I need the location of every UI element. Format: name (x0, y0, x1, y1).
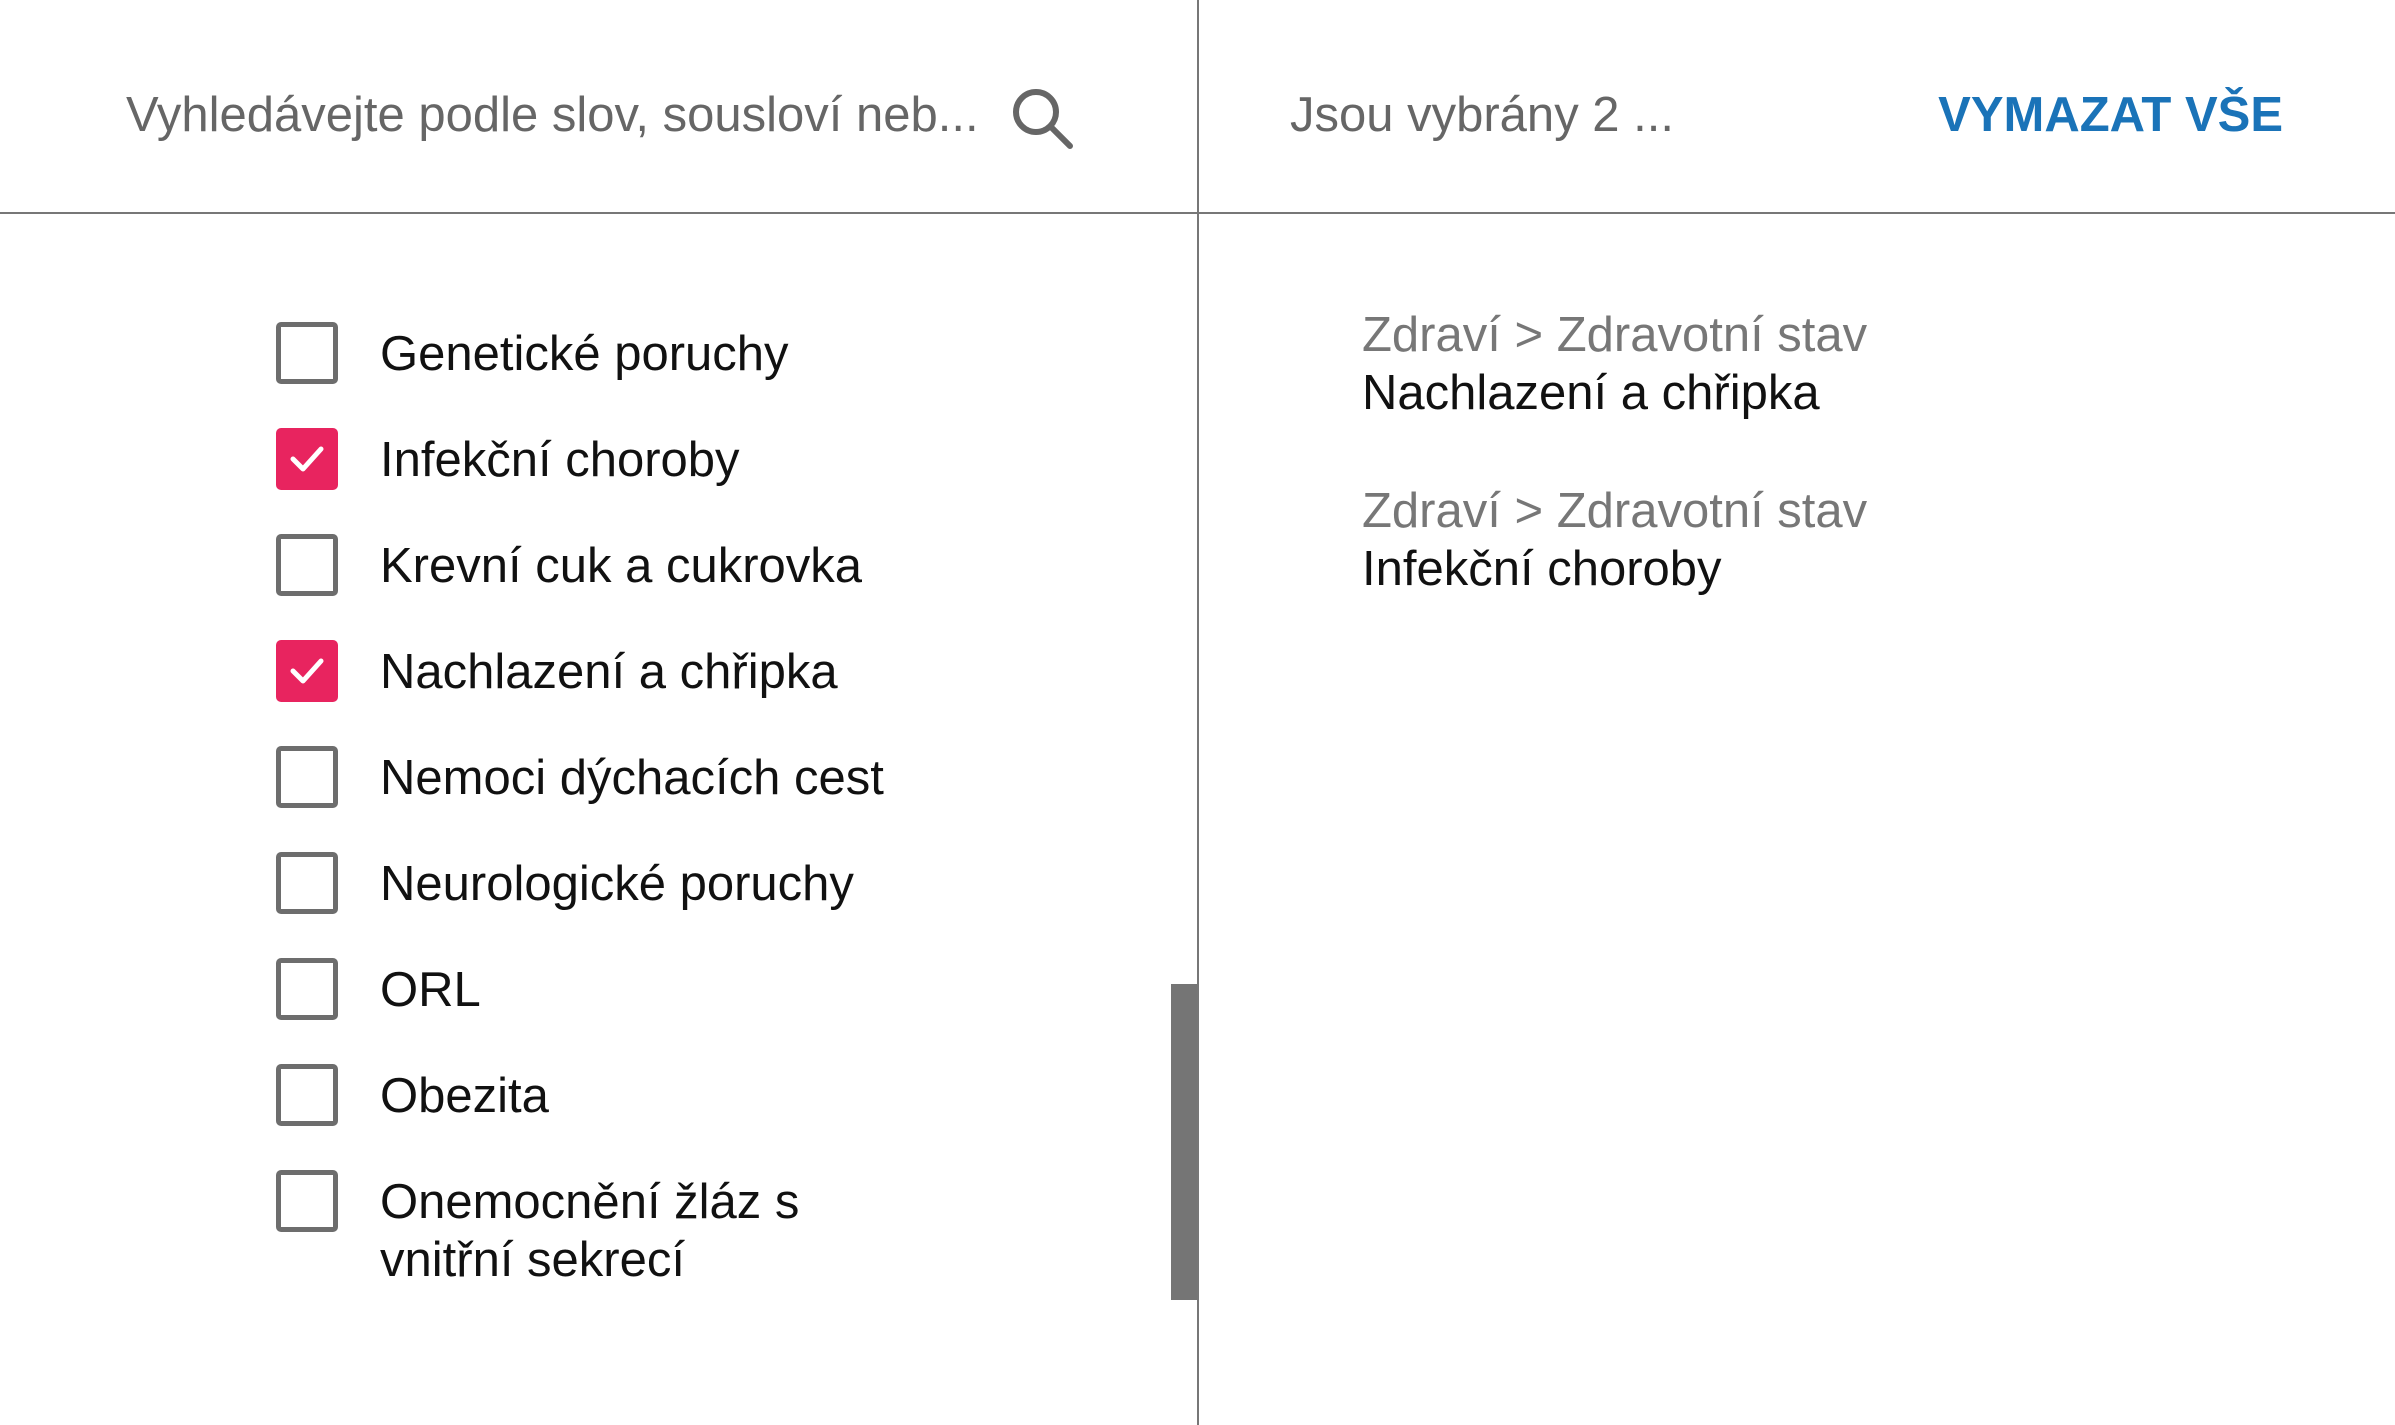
option-label: Neurologické poruchy (380, 857, 854, 911)
checkmark-icon (290, 658, 324, 684)
search-input[interactable]: Vyhledávejte podle slov, sousloví neb... (126, 80, 1006, 150)
option-label: ORL (380, 963, 481, 1017)
category-picker: Vyhledávejte podle slov, sousloví neb...… (0, 0, 2395, 1425)
option-label: Nachlazení a chřipka (380, 645, 838, 699)
selected-list: Zdraví > Zdravotní stav Nachlazení a chř… (1362, 306, 2262, 658)
checkbox[interactable] (276, 852, 338, 914)
option-item[interactable]: Neurologické poruchy (276, 852, 1176, 958)
selected-item[interactable]: Zdraví > Zdravotní stav Infekční choroby (1362, 482, 2262, 598)
selected-count-text: Jsou vybrány 2 ... (1290, 88, 1675, 142)
checkmark-icon (290, 446, 324, 472)
checkbox[interactable] (276, 640, 338, 702)
selected-item-label: Infekční choroby (1362, 542, 1722, 596)
option-list: Genetické poruchy Infekční choroby Krevn… (276, 322, 1176, 1289)
checkbox[interactable] (276, 534, 338, 596)
selected-item-path: Zdraví > Zdravotní stav (1362, 484, 1868, 538)
clear-all-button[interactable]: VYMAZAT VŠE (1938, 80, 2283, 150)
panel-divider (1197, 0, 1199, 1425)
option-label: Nemoci dýchacích cest (380, 751, 884, 805)
option-item[interactable]: Onemocnění žláz s vnitřní sekrecí (276, 1170, 1176, 1289)
option-item[interactable]: Obezita (276, 1064, 1176, 1170)
option-item[interactable]: Krevní cuk a cukrovka (276, 534, 1176, 640)
option-item[interactable]: Nemoci dýchacích cest (276, 746, 1176, 852)
option-label: Genetické poruchy (380, 327, 789, 381)
option-item[interactable]: Genetické poruchy (276, 322, 1176, 428)
search-icon[interactable] (1006, 82, 1078, 154)
selected-item-label: Nachlazení a chřipka (1362, 366, 1820, 420)
selected-item[interactable]: Zdraví > Zdravotní stav Nachlazení a chř… (1362, 306, 2262, 422)
option-item[interactable]: Nachlazení a chřipka (276, 640, 1176, 746)
selected-item-path: Zdraví > Zdravotní stav (1362, 308, 1868, 362)
checkbox[interactable] (276, 958, 338, 1020)
option-item[interactable]: ORL (276, 958, 1176, 1064)
checkbox[interactable] (276, 1170, 338, 1232)
checkbox[interactable] (276, 322, 338, 384)
checkbox[interactable] (276, 1064, 338, 1126)
option-label: Infekční choroby (380, 433, 740, 487)
option-item[interactable]: Infekční choroby (276, 428, 1176, 534)
option-label: Krevní cuk a cukrovka (380, 539, 863, 593)
checkbox[interactable] (276, 746, 338, 808)
scrollbar-thumb[interactable] (1171, 984, 1197, 1300)
option-label: Obezita (380, 1069, 549, 1123)
option-label: Onemocnění žláz s vnitřní sekrecí (380, 1175, 800, 1287)
checkbox[interactable] (276, 428, 338, 490)
